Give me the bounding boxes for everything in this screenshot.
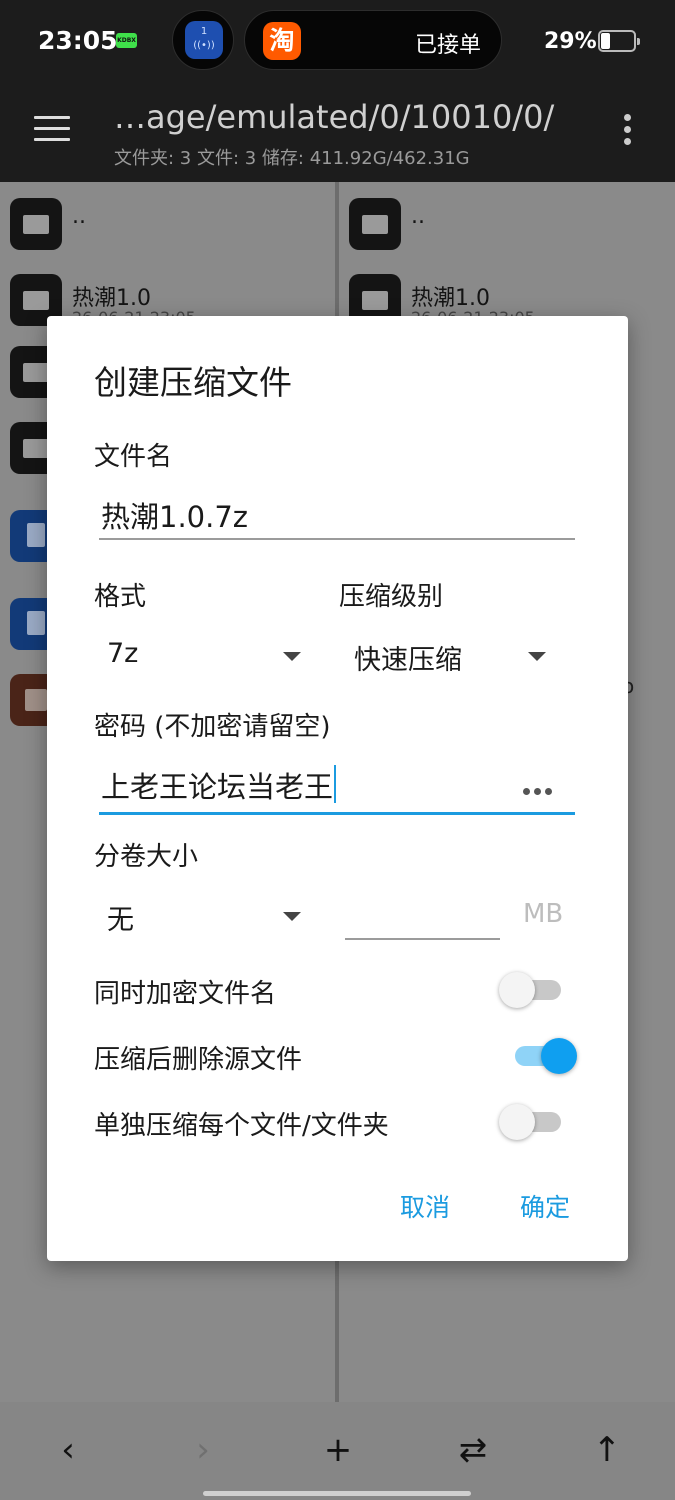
filename-value: 热潮1.0.7z (101, 500, 249, 534)
taobao-icon: 淘 (263, 22, 301, 60)
chevron-down-icon (283, 912, 301, 921)
text-caret (334, 765, 337, 803)
file-name: .. (411, 204, 425, 229)
delete-source-toggle[interactable] (511, 1035, 577, 1074)
password-label: 密码 (不加密请留空) (94, 712, 331, 742)
cancel-button[interactable]: 取消 (400, 1188, 450, 1224)
volume-unit: MB (523, 899, 564, 929)
parent-folder-icon[interactable]: ↑ (587, 1430, 627, 1470)
live-activity-pill[interactable]: 淘 已接单 (244, 10, 502, 70)
ok-button[interactable]: 确定 (520, 1188, 570, 1224)
volume-size-label: 分卷大小 (94, 842, 199, 872)
password-value: 上老王论坛当老王 (101, 764, 337, 806)
home-indicator[interactable] (203, 1491, 471, 1496)
volume-size-input[interactable] (345, 894, 500, 940)
compress-individually-label: 单独压缩每个文件/文件夹 (94, 1111, 389, 1141)
password-visibility-icon[interactable] (523, 780, 557, 795)
compression-level-select[interactable]: 快速压缩 (347, 634, 557, 680)
format-select[interactable]: 7z (99, 634, 309, 680)
compression-level-label: 压缩级别 (339, 582, 444, 612)
file-name: .. (72, 204, 86, 229)
filename-label: 文件名 (94, 442, 173, 472)
more-options-icon[interactable] (624, 114, 634, 150)
toolbar: …age/emulated/0/10010/0/ 文件夹: 3 文件: 3 储存… (0, 84, 675, 182)
list-item[interactable]: .. (0, 186, 335, 256)
delete-source-label: 压缩后删除源文件 (94, 1045, 303, 1075)
volume-size-select[interactable]: 无 (99, 894, 309, 940)
format-value: 7z (107, 638, 139, 669)
storage-summary: 文件夹: 3 文件: 3 储存: 411.92G/462.31G (114, 148, 470, 169)
compress-individually-toggle[interactable] (499, 1101, 565, 1140)
chevron-down-icon (283, 652, 301, 661)
bottom-bar: ‹ › + ⇄ ↑ (0, 1402, 675, 1500)
forward-icon[interactable]: › (183, 1430, 223, 1470)
battery-percent: 29% (544, 29, 597, 54)
folder-icon (10, 198, 62, 250)
status-time: 23:05 (38, 26, 118, 55)
broadcast-icon: 1 ((•)) (185, 21, 223, 59)
battery-icon (598, 30, 640, 52)
format-label: 格式 (94, 582, 147, 612)
broadcast-pill[interactable]: 1 ((•)) (172, 10, 234, 70)
hamburger-menu-icon[interactable] (34, 116, 70, 142)
create-archive-dialog: 创建压缩文件 文件名 热潮1.0.7z 格式 压缩级别 7z 快速压缩 密码 (… (47, 316, 628, 1261)
battery-fill (601, 33, 610, 49)
encrypt-filenames-label: 同时加密文件名 (94, 979, 277, 1009)
swap-panes-icon[interactable]: ⇄ (453, 1430, 493, 1470)
chevron-down-icon (528, 652, 546, 661)
password-input[interactable]: 上老王论坛当老王 (99, 758, 575, 815)
filename-input[interactable]: 热潮1.0.7z (99, 488, 575, 540)
status-bar: 23:05 KDBX 1 ((•)) 淘 已接单 29% (0, 0, 675, 84)
folder-icon (349, 198, 401, 250)
dialog-title: 创建压缩文件 (94, 363, 292, 402)
compression-level-value: 快速压缩 (354, 645, 462, 676)
encrypt-filenames-toggle[interactable] (499, 969, 565, 1008)
kdbx-icon: KDBX (116, 33, 137, 48)
add-icon[interactable]: + (318, 1430, 358, 1470)
back-icon[interactable]: ‹ (48, 1430, 88, 1470)
volume-size-value: 无 (107, 905, 134, 936)
current-path[interactable]: …age/emulated/0/10010/0/ (114, 98, 554, 136)
list-item[interactable]: .. (339, 186, 675, 256)
order-status-text: 已接单 (414, 33, 481, 58)
